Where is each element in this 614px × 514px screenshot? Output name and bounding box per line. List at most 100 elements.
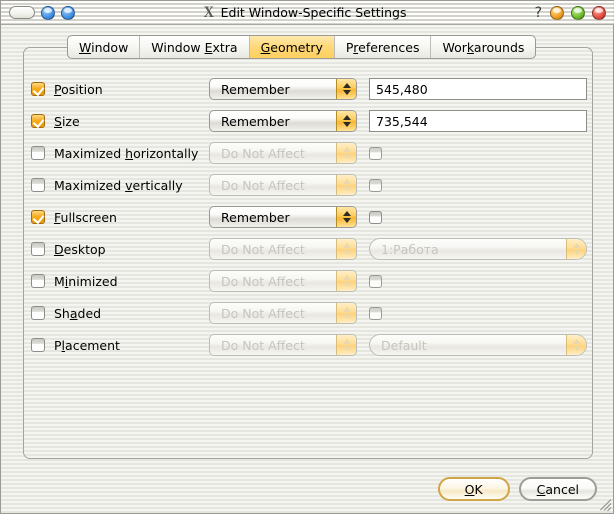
row-label: Size: [54, 113, 80, 129]
value-checkbox: [369, 274, 382, 288]
chevron-updown-icon: [336, 143, 356, 163]
rule-combobox-value: Remember: [221, 209, 290, 225]
rule-combobox-value: Do Not Affect: [221, 145, 305, 161]
chevron-updown-icon: [566, 335, 586, 355]
value-text: 735,544: [376, 113, 428, 129]
ok-button[interactable]: OK: [437, 477, 510, 501]
enable-checkbox[interactable]: [31, 146, 45, 160]
help-button[interactable]: ?: [535, 5, 542, 21]
tab-preferences[interactable]: Preferences: [335, 36, 432, 58]
rule-combobox-value: Do Not Affect: [221, 273, 305, 289]
enable-checkbox[interactable]: [31, 210, 45, 224]
enable-checkbox[interactable]: [31, 338, 45, 352]
value-combobox-value: 1:Работа: [381, 241, 439, 257]
row-label-cell: Maximized vertically: [31, 178, 209, 193]
row-label: Position: [54, 81, 103, 97]
row-label-cell: Maximized horizontally: [31, 146, 209, 161]
above-others-button[interactable]: [61, 5, 75, 20]
settings-row: Shaded Do Not Affect: [31, 297, 591, 329]
window-title: Edit Window-Specific Settings: [220, 5, 407, 20]
rule-combobox-value: Do Not Affect: [221, 305, 305, 321]
settings-row: Fullscreen Remember: [31, 201, 591, 233]
row-label-cell: Position: [31, 82, 209, 97]
tab-window-extra[interactable]: Window Extra: [140, 36, 250, 58]
value-text-input[interactable]: 735,544: [369, 110, 587, 132]
title-bar: X Edit Window-Specific Settings ?: [1, 1, 614, 25]
maximize-button[interactable]: [571, 5, 585, 20]
rule-combobox[interactable]: Remember: [209, 206, 357, 228]
row-label-cell: Shaded: [31, 306, 209, 321]
tab-workarounds[interactable]: Workarounds: [431, 36, 535, 58]
row-label: Maximized vertically: [54, 177, 183, 193]
rule-combobox: Do Not Affect: [209, 302, 357, 324]
ok-button-label: OK: [464, 481, 483, 497]
shade-pill-button[interactable]: [9, 6, 35, 19]
value-checkbox: [369, 306, 382, 320]
chevron-updown-icon: [566, 239, 586, 259]
row-label-cell: Size: [31, 114, 209, 129]
dialog-button-box: OK Cancel: [437, 477, 597, 501]
settings-row: Minimized Do Not Affect: [31, 265, 591, 297]
enable-checkbox[interactable]: [31, 242, 45, 256]
value-combobox-value: Default: [381, 337, 427, 353]
tab-label: Geometry: [260, 39, 323, 55]
sticky-button[interactable]: [41, 5, 55, 20]
x-application-icon: X: [203, 3, 215, 21]
titlebar-left-buttons: [1, 5, 75, 20]
row-label-cell: Minimized: [31, 274, 209, 289]
cancel-button-label: Cancel: [536, 481, 579, 497]
chevron-updown-icon: [336, 303, 356, 323]
enable-checkbox[interactable]: [31, 82, 45, 96]
rule-combobox-value: Do Not Affect: [221, 337, 305, 353]
settings-row: Position Remember 545,480: [31, 73, 591, 105]
value-text-input[interactable]: 545,480: [369, 78, 587, 100]
cancel-button[interactable]: Cancel: [518, 477, 597, 501]
rule-combobox[interactable]: Remember: [209, 78, 357, 100]
chevron-updown-icon[interactable]: [336, 207, 356, 227]
rule-combobox-value: Do Not Affect: [221, 177, 305, 193]
settings-row: Size Remember 735,544: [31, 105, 591, 137]
value-checkbox: [369, 146, 382, 160]
value-combobox: 1:Работа: [369, 238, 587, 260]
row-label: Maximized horizontally: [54, 145, 199, 161]
rule-combobox[interactable]: Remember: [209, 110, 357, 132]
close-button[interactable]: [592, 5, 606, 20]
row-label: Shaded: [54, 305, 102, 321]
row-label: Desktop: [54, 241, 106, 257]
value-checkbox: [369, 178, 382, 192]
edit-window-specific-settings-dialog: X Edit Window-Specific Settings ? Window…: [0, 0, 614, 514]
tab-label: Window Extra: [151, 39, 238, 55]
tab-window[interactable]: Window: [68, 36, 141, 58]
minimize-button[interactable]: [550, 5, 564, 20]
value-checkbox[interactable]: [369, 210, 382, 224]
rule-combobox: Do Not Affect: [209, 334, 357, 356]
chevron-updown-icon[interactable]: [336, 79, 356, 99]
tab-geometry[interactable]: Geometry: [249, 36, 335, 58]
rule-combobox-value: Remember: [221, 113, 290, 129]
tab-label: Preferences: [345, 39, 420, 55]
titlebar-right-buttons: ?: [535, 5, 614, 21]
chevron-updown-icon: [336, 175, 356, 195]
rule-combobox-value: Remember: [221, 81, 290, 97]
rule-combobox: Do Not Affect: [209, 238, 357, 260]
enable-checkbox[interactable]: [31, 306, 45, 320]
enable-checkbox[interactable]: [31, 274, 45, 288]
row-label: Fullscreen: [54, 209, 117, 225]
row-label: Placement: [54, 337, 120, 353]
chevron-updown-icon: [336, 271, 356, 291]
tab-bar: Window Window Extra Geometry Preferences Wor…: [67, 35, 537, 59]
settings-row: Maximized horizontally Do Not Affect: [31, 137, 591, 169]
value-text: 545,480: [376, 81, 428, 97]
rule-combobox: Do Not Affect: [209, 270, 357, 292]
row-label-cell: Desktop: [31, 242, 209, 257]
titlebar-title-area: X Edit Window-Specific Settings: [75, 3, 535, 21]
resize-grip[interactable]: [596, 496, 612, 512]
settings-row: Desktop Do Not Affect 1:Работа: [31, 233, 591, 265]
enable-checkbox[interactable]: [31, 178, 45, 192]
rule-combobox: Do Not Affect: [209, 174, 357, 196]
enable-checkbox[interactable]: [31, 114, 45, 128]
geometry-settings-rows: Position Remember 545,480 Size Remember 735,5…: [31, 73, 591, 361]
chevron-updown-icon[interactable]: [336, 111, 356, 131]
row-label-cell: Placement: [31, 338, 209, 353]
chevron-updown-icon: [336, 239, 356, 259]
